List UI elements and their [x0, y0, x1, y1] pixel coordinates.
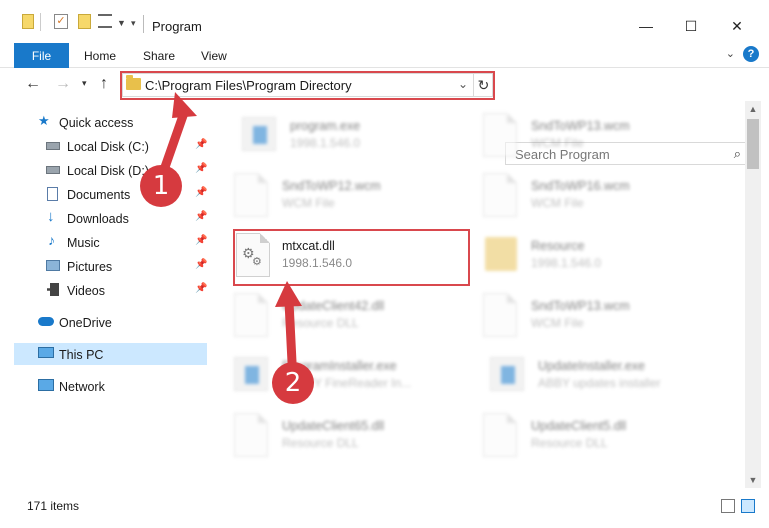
callout-step-1: 1	[140, 165, 182, 207]
annotation-arrows	[159, 92, 302, 367]
callout-step-2: 2	[272, 362, 314, 404]
arrow-2	[275, 281, 302, 367]
arrow-1	[159, 92, 197, 175]
